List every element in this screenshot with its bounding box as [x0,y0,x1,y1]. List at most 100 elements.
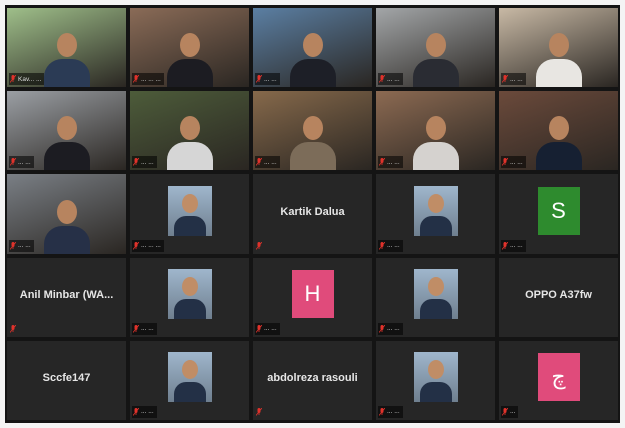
mic-muted-icon [379,75,385,83]
profile-picture [167,269,212,320]
mic-muted-icon [133,241,139,250]
participant-tile[interactable]: ... ... [253,91,372,171]
participant-name-label: ... ... ... [132,73,164,86]
initial-avatar: چ [537,353,580,402]
participant-video-person [166,112,213,171]
participant-name: ... ... [387,325,400,333]
participant-tile[interactable]: ... ... [130,340,249,420]
participant-tile[interactable]: چ... [499,340,618,420]
participant-name-label: ... ... [378,405,403,418]
participant-name: ... ... [510,242,523,250]
initial-avatar: H [291,270,334,319]
mic-muted-icon [379,407,385,416]
participant-name: ... ... ... [141,75,161,83]
participant-name: ... [510,408,516,416]
participant-name: ... ... [510,158,523,166]
participant-video-person [166,29,213,88]
participant-tile[interactable]: ... ... ... [130,174,249,254]
participant-name: ... ... [18,242,31,250]
participant-name-label: ... ... [501,239,526,252]
video-grid-frame: Kav... ...... ... ...... ...... ...... .… [5,5,620,423]
participant-video-person [43,196,90,254]
participant-name-label: ... ... [378,73,403,86]
mic-muted-icon [502,158,508,167]
participant-video-person [535,112,582,171]
participant-tile[interactable]: ... ... [376,174,495,254]
participant-name-label [9,323,21,335]
participant-tile[interactable]: abdolreza rasouli [253,340,372,420]
participant-name: ... ... [141,158,154,166]
participant-tile[interactable]: OPPO A37fw [499,257,618,337]
participant-name: ... ... [387,242,400,250]
participant-tile[interactable]: Kav... ... [7,8,126,88]
participant-tile[interactable]: ... ... [7,91,126,171]
participant-tile[interactable]: ... ... [376,8,495,88]
participant-video-person [289,29,336,88]
participant-name: ... ... [510,75,523,83]
participant-name: ... ... [387,408,400,416]
participant-tile[interactable]: S ... ... [499,174,618,254]
participant-display-name: Kartik Dalua [280,205,345,218]
participant-name-label: ... ... [378,156,403,169]
participant-name-label: ... ... ... [132,239,164,252]
participant-video-person [43,29,90,88]
participant-name-label: ... ... [132,156,157,169]
participant-display-name: OPPO A37fw [525,289,592,302]
participant-video-person [412,29,459,88]
mic-muted-icon [10,324,16,333]
participant-tile[interactable]: ... ... [130,257,249,337]
mic-muted-icon [133,407,139,416]
participant-video-person [289,112,336,171]
mic-muted-icon [10,241,16,250]
mic-muted-icon [10,158,16,167]
mic-muted-icon [502,75,508,83]
participant-video-person [535,29,582,88]
participant-name: ... ... [264,325,277,333]
participant-tile[interactable]: H ... ... [253,257,372,337]
participant-name-label: ... ... [132,405,157,418]
participant-tile[interactable]: Anil Minbar (WA... [7,257,126,337]
participant-name-label: ... ... [9,156,34,169]
mic-muted-icon [10,75,16,83]
participant-name-label: ... ... [255,322,280,335]
mic-muted-icon [379,158,385,167]
participant-display-name: abdolreza rasouli [267,372,358,385]
participant-name-label [255,240,267,252]
participant-tile[interactable]: ... ... [499,8,618,88]
mic-muted-icon [133,324,139,333]
profile-picture [413,352,458,403]
profile-picture [413,185,458,236]
mic-muted-icon [256,158,262,167]
mic-muted-icon [379,241,385,250]
participant-tile[interactable]: ... ... [376,340,495,420]
participant-tile[interactable]: ... ... [376,91,495,171]
participant-tile[interactable]: Kartik Dalua [253,174,372,254]
participant-name: ... ... ... [141,242,161,250]
participant-tile[interactable]: ... ... [130,91,249,171]
participant-tile[interactable]: Sccfe147 [7,340,126,420]
participant-name-label: ... ... [378,239,403,252]
participant-name: Kav... ... [18,75,42,83]
participant-video-person [412,112,459,171]
participant-display-name: Sccfe147 [42,372,91,385]
participant-name: ... ... [18,158,31,166]
participant-name-label: ... [501,405,519,418]
participant-display-name: Anil Minbar (WA... [19,289,114,302]
participant-name-label: ... ... [378,322,403,335]
mic-muted-icon [502,241,508,250]
participant-name-label: ... ... [255,156,280,169]
participant-tile[interactable]: ... ... [7,174,126,254]
profile-picture [167,352,212,403]
participant-tile[interactable]: ... ... [376,257,495,337]
participant-name: ... ... [141,325,154,333]
participant-name-label: ... ... [501,156,526,169]
participant-name-label: Kav... ... [9,73,45,86]
participant-video-person [43,112,90,171]
participant-name-label: ... ... [9,239,34,252]
mic-muted-icon [256,407,262,416]
participant-name: ... ... [387,75,400,83]
participant-tile[interactable]: ... ... [499,91,618,171]
participant-tile[interactable]: ... ... [253,8,372,88]
mic-muted-icon [502,407,508,416]
participant-tile[interactable]: ... ... ... [130,8,249,88]
